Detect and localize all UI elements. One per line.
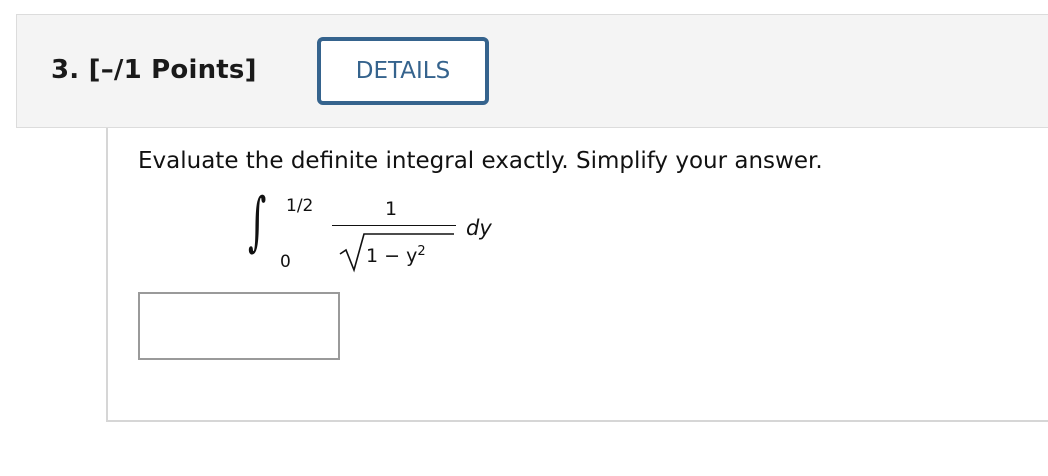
- details-button[interactable]: DETAILS: [317, 37, 489, 105]
- integral-sign-icon: ∫: [248, 185, 267, 259]
- question-title: 3. [–/1 Points]: [51, 55, 257, 85]
- question-body: Evaluate the definite integral exactly. …: [106, 128, 1048, 422]
- question-header: 3. [–/1 Points] DETAILS: [16, 14, 1048, 128]
- question-prompt: Evaluate the definite integral exactly. …: [138, 148, 823, 174]
- integral-differential: dy: [466, 216, 492, 240]
- square-root-radicand: 1 − y2: [366, 244, 426, 267]
- fraction-bar: [332, 225, 456, 226]
- radicand-exponent: 2: [417, 244, 426, 259]
- integral-upper-limit: 1/2: [286, 196, 314, 216]
- integral-lower-limit: 0: [280, 252, 291, 272]
- radicand-base: 1 − y: [366, 245, 418, 267]
- answer-input[interactable]: [138, 292, 340, 360]
- fraction-numerator: 1: [385, 198, 398, 220]
- question-page: 3. [–/1 Points] DETAILS Evaluate the def…: [0, 0, 1048, 476]
